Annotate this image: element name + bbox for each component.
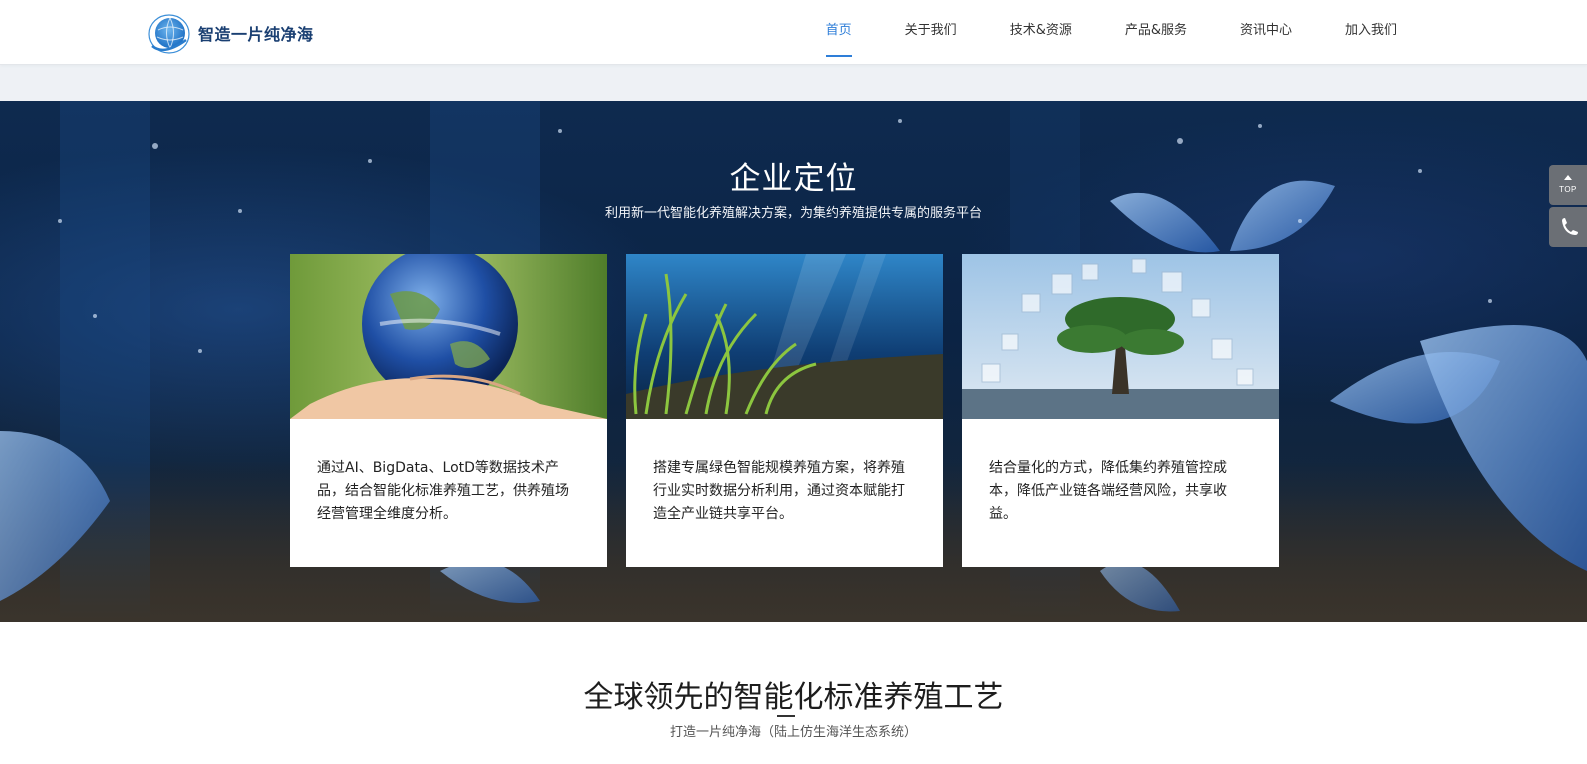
logo[interactable]: 智造一片纯净海 (146, 8, 314, 58)
main-nav: 首页 关于我们 技术&资源 产品&服务 资讯中心 加入我们 (773, 0, 1397, 64)
nav-products-services[interactable]: 产品&服务 (1125, 0, 1187, 64)
feature-card[interactable]: 结合量化的方式，降低集约养殖管控成本，降低产业链各端经营风险，共享收益。 (962, 254, 1279, 567)
header-spacer (0, 65, 1587, 101)
hero-section: 企业定位 利用新一代智能化养殖解决方案，为集约养殖提供专属的服务平台 通过AI、… (0, 101, 1587, 622)
hero-subtitle: 利用新一代智能化养殖解决方案，为集约养殖提供专属的服务平台 (604, 206, 982, 221)
nav-home[interactable]: 首页 (825, 0, 852, 64)
site-header: 智造一片纯净海 首页 关于我们 技术&资源 产品&服务 资讯中心 加入我们 (0, 0, 1587, 65)
nav-join-us[interactable]: 加入我们 (1345, 0, 1397, 64)
top-label: TOP (1559, 185, 1577, 194)
digital-tree-image (962, 254, 1279, 419)
hero-title: 企业定位 (729, 161, 858, 197)
arrow-up-icon (1564, 175, 1572, 180)
nav-news[interactable]: 资讯中心 (1240, 0, 1292, 64)
feature-card[interactable]: 通过AI、BigData、LotD等数据技术产品，结合智能化标准养殖工艺，供养殖… (290, 254, 607, 567)
phone-button[interactable] (1549, 207, 1587, 247)
nav-tech-resources[interactable]: 技术&资源 (1010, 0, 1072, 64)
feature-card[interactable]: 搭建专属绿色智能规模养殖方案，将养殖行业实时数据分析利用，通过资本赋能打造全产业… (626, 254, 943, 567)
card-text: 结合量化的方式，降低集约养殖管控成本，降低产业链各端经营风险，共享收益。 (989, 460, 1227, 522)
phone-icon (1562, 218, 1578, 235)
card-text: 通过AI、BigData、LotD等数据技术产品，结合智能化标准养殖工艺，供养殖… (317, 460, 569, 522)
underwater-seagrass-image (626, 254, 943, 419)
section-title: 全球领先的智能化标准养殖工艺 (583, 680, 1004, 715)
logo-text: 智造一片纯净海 (198, 25, 314, 44)
section-subtitle: 打造一片纯净海（陆上仿生海洋生态系统） (669, 725, 917, 740)
earth-in-hands-image (290, 254, 607, 419)
nav-about[interactable]: 关于我们 (905, 0, 957, 64)
globe-logo-icon (146, 10, 192, 56)
title-divider (777, 715, 795, 717)
back-to-top-button[interactable]: TOP (1549, 165, 1587, 205)
card-text: 搭建专属绿色智能规模养殖方案，将养殖行业实时数据分析利用，通过资本赋能打造全产业… (653, 460, 905, 522)
